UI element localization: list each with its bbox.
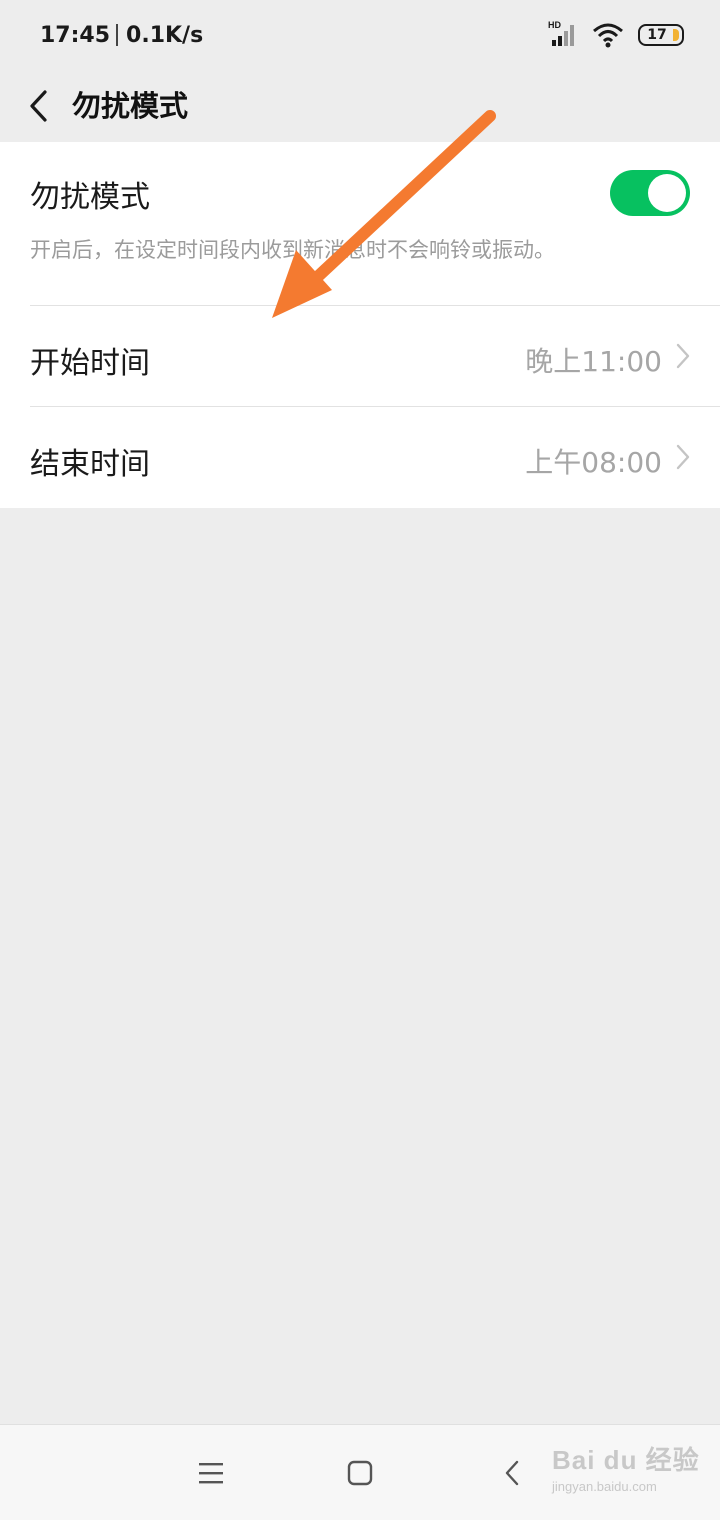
- back-button[interactable]: [16, 80, 60, 132]
- toggle-knob: [648, 174, 686, 212]
- chevron-left-icon: [30, 90, 47, 122]
- start-time-label: 开始时间: [30, 346, 150, 381]
- watermark-main: Bai du 经验: [552, 1445, 700, 1475]
- dnd-toggle[interactable]: [610, 170, 690, 216]
- home-icon: [347, 1460, 373, 1486]
- status-right: HD 17: [548, 20, 684, 50]
- dnd-row: 勿扰模式 开启后，在设定时间段内收到新消息时不会响铃或振动。: [0, 142, 720, 305]
- signal-icon: HD: [548, 20, 578, 48]
- menu-button[interactable]: [191, 1455, 231, 1491]
- back-icon: [505, 1460, 519, 1486]
- battery-level: 17: [647, 27, 667, 43]
- home-button[interactable]: [340, 1455, 380, 1491]
- menu-icon: [199, 1463, 223, 1484]
- watermark-sub: jingyan.baidu.com: [552, 1479, 657, 1494]
- wifi-icon: [592, 22, 624, 48]
- settings-panel: 勿扰模式 开启后，在设定时间段内收到新消息时不会响铃或振动。 开始时间 晚上11…: [0, 142, 720, 508]
- end-time-row[interactable]: 结束时间 上午08:00: [0, 407, 720, 507]
- status-left: 17:45 0.1K/s: [40, 20, 203, 50]
- header: 勿扰模式: [0, 70, 720, 142]
- battery-icon: 17: [638, 24, 684, 46]
- page-title: 勿扰模式: [72, 89, 189, 123]
- status-time: 17:45: [40, 22, 111, 48]
- chevron-right-icon: [676, 343, 690, 369]
- nav-back-button[interactable]: [492, 1455, 532, 1491]
- end-time-label: 结束时间: [30, 447, 150, 482]
- baidu-watermark: Bai du 经验 jingyan.baidu.com: [552, 1440, 702, 1500]
- chevron-right-icon: [676, 444, 690, 470]
- network-speed: 0.1K/s: [126, 22, 204, 48]
- end-time-value: 上午08:00: [525, 446, 662, 479]
- start-time-value: 晚上11:00: [525, 345, 662, 378]
- status-bar: 17:45 0.1K/s HD 17: [0, 0, 720, 70]
- battery-fill: [673, 29, 679, 41]
- status-separator: [116, 24, 119, 46]
- start-time-row[interactable]: 开始时间 晚上11:00: [0, 306, 720, 406]
- dnd-label: 勿扰模式: [30, 180, 150, 215]
- dnd-description: 开启后，在设定时间段内收到新消息时不会响铃或振动。: [30, 238, 555, 262]
